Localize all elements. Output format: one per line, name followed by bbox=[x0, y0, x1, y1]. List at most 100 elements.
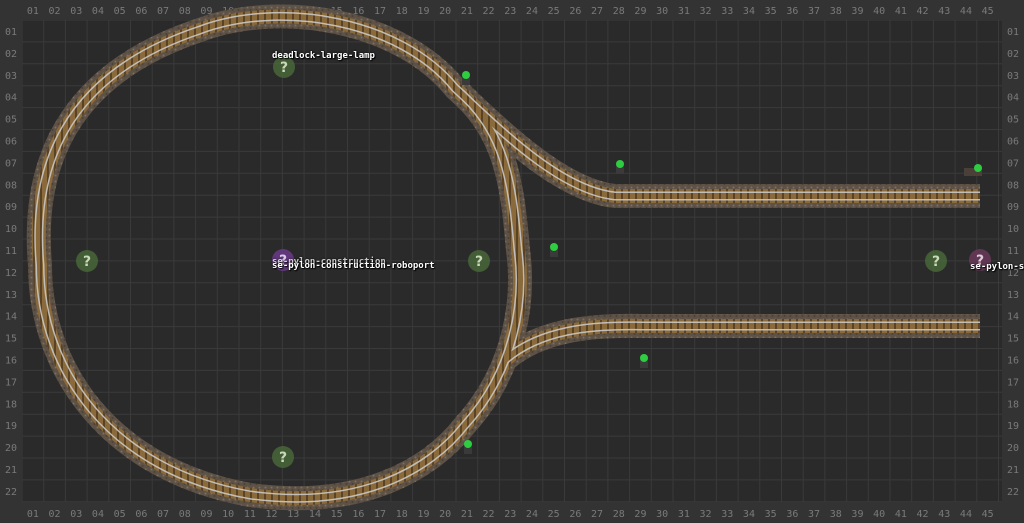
column-label: 21 bbox=[461, 509, 473, 520]
column-label: 19 bbox=[417, 6, 429, 17]
column-label: 23 bbox=[504, 6, 516, 17]
question-mark-icon[interactable]: ? bbox=[272, 446, 294, 468]
column-label: 44 bbox=[960, 509, 972, 520]
column-label: 20 bbox=[439, 6, 451, 17]
column-label: 26 bbox=[569, 6, 581, 17]
rail-signal-icon[interactable] bbox=[550, 243, 558, 257]
column-label: 22 bbox=[483, 6, 495, 17]
row-label: 02 bbox=[5, 49, 17, 60]
row-label: 21 bbox=[5, 465, 17, 476]
column-label: 08 bbox=[179, 509, 191, 520]
column-label: 12 bbox=[266, 509, 278, 520]
column-label: 38 bbox=[830, 6, 842, 17]
rail-signal-icon[interactable] bbox=[616, 160, 624, 174]
svg-text:?: ? bbox=[279, 450, 287, 466]
column-label: 37 bbox=[808, 6, 820, 17]
column-label: 29 bbox=[634, 6, 646, 17]
column-label: 40 bbox=[873, 509, 885, 520]
column-label: 34 bbox=[743, 509, 755, 520]
column-label: 11 bbox=[244, 509, 256, 520]
row-label: 09 bbox=[1007, 202, 1019, 213]
row-label: 11 bbox=[5, 246, 17, 257]
column-label: 29 bbox=[634, 509, 646, 520]
column-label: 03 bbox=[70, 509, 82, 520]
column-label: 06 bbox=[135, 509, 147, 520]
column-label: 24 bbox=[526, 6, 538, 17]
row-label: 18 bbox=[5, 399, 17, 410]
row-label: 04 bbox=[1007, 93, 1019, 104]
rail-blueprint-board[interactable]: 01 02 03 04 05 06 07 08 09 10 11 12 13 14 15 16 17 18 19 20… bbox=[0, 0, 1024, 523]
column-label: 23 bbox=[504, 509, 516, 520]
column-label: 18 bbox=[396, 509, 408, 520]
column-label: 13 bbox=[287, 509, 299, 520]
column-label: 40 bbox=[873, 6, 885, 17]
column-label: 28 bbox=[613, 6, 625, 17]
svg-text:?: ? bbox=[475, 254, 483, 270]
column-label: 45 bbox=[982, 6, 994, 17]
row-label: 08 bbox=[5, 180, 17, 191]
column-label: 10 bbox=[222, 509, 234, 520]
column-label: 07 bbox=[157, 6, 169, 17]
column-label: 32 bbox=[700, 6, 712, 17]
column-label: 01 bbox=[27, 509, 39, 520]
lamp-label: deadlock-large-lamp bbox=[272, 51, 375, 61]
column-label: 06 bbox=[135, 6, 147, 17]
column-label: 38 bbox=[830, 509, 842, 520]
question-mark-icon[interactable]: ? bbox=[925, 250, 947, 272]
question-mark-icon[interactable]: ? bbox=[468, 250, 490, 272]
column-label: 05 bbox=[114, 6, 126, 17]
column-label: 45 bbox=[982, 509, 994, 520]
svg-text:?: ? bbox=[932, 254, 940, 270]
row-label: 21 bbox=[1007, 465, 1019, 476]
column-label: 31 bbox=[678, 509, 690, 520]
column-label: 05 bbox=[114, 509, 126, 520]
column-label: 35 bbox=[765, 509, 777, 520]
row-label: 06 bbox=[1007, 136, 1019, 147]
column-label: 31 bbox=[678, 6, 690, 17]
row-label: 19 bbox=[1007, 421, 1019, 432]
row-label: 12 bbox=[5, 268, 17, 279]
row-label: 05 bbox=[1007, 115, 1019, 126]
row-label: 03 bbox=[5, 71, 17, 82]
column-label: 42 bbox=[917, 6, 929, 17]
column-label: 43 bbox=[938, 6, 950, 17]
row-label: 02 bbox=[1007, 49, 1019, 60]
row-label: 16 bbox=[1007, 355, 1019, 366]
question-mark-icon[interactable]: ? bbox=[76, 250, 98, 272]
column-label: 32 bbox=[700, 509, 712, 520]
row-label: 10 bbox=[1007, 224, 1019, 235]
column-label: 33 bbox=[721, 6, 733, 17]
row-label: 20 bbox=[5, 443, 17, 454]
row-label: 08 bbox=[1007, 180, 1019, 191]
column-label: 33 bbox=[721, 509, 733, 520]
column-label: 02 bbox=[49, 509, 61, 520]
column-label: 04 bbox=[92, 509, 104, 520]
column-label: 24 bbox=[526, 509, 538, 520]
column-label: 17 bbox=[374, 509, 386, 520]
row-label: 11 bbox=[1007, 246, 1019, 257]
column-label: 07 bbox=[157, 509, 169, 520]
column-label: 14 bbox=[309, 509, 321, 520]
column-label: 34 bbox=[743, 6, 755, 17]
row-label: 09 bbox=[5, 202, 17, 213]
column-label: 16 bbox=[352, 509, 364, 520]
column-label: 35 bbox=[765, 6, 777, 17]
column-label: 37 bbox=[808, 509, 820, 520]
row-label: 13 bbox=[1007, 290, 1019, 301]
row-label: 17 bbox=[1007, 377, 1019, 388]
row-label: 14 bbox=[5, 312, 17, 323]
rail-signal-icon[interactable] bbox=[462, 71, 470, 85]
column-label: 15 bbox=[331, 509, 343, 520]
column-label: 36 bbox=[786, 6, 798, 17]
row-label: 20 bbox=[1007, 443, 1019, 454]
svg-text:?: ? bbox=[280, 60, 288, 76]
column-label: 18 bbox=[396, 6, 408, 17]
column-label: 20 bbox=[439, 509, 451, 520]
column-label: 42 bbox=[917, 509, 929, 520]
row-label: 15 bbox=[5, 334, 17, 345]
rail-signal-icon[interactable] bbox=[464, 440, 472, 454]
row-label: 05 bbox=[5, 115, 17, 126]
column-label: 09 bbox=[200, 509, 212, 520]
column-label: 36 bbox=[786, 509, 798, 520]
rail-signal-icon[interactable] bbox=[640, 354, 648, 368]
